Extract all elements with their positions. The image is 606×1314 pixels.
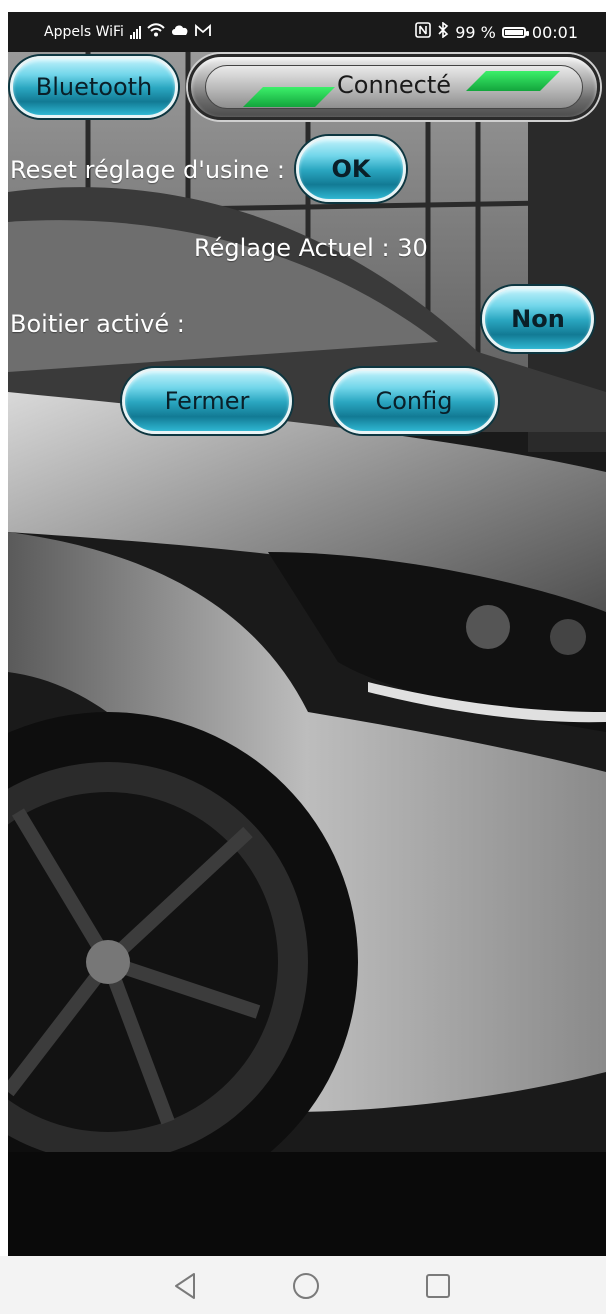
app-screen: Appels WiFi 99 % 00:01 Bluetooth Connect… [8, 12, 606, 1256]
non-button-label: Non [511, 305, 565, 333]
wifi-icon [147, 23, 165, 41]
nfc-icon [415, 22, 432, 42]
carrier-text: Appels WiFi [44, 24, 124, 40]
ok-button[interactable]: OK [296, 136, 406, 202]
cloud-icon [171, 24, 189, 40]
config-button-label: Config [375, 387, 453, 415]
box-active-label: Boitier activé : [10, 310, 185, 338]
close-button[interactable]: Fermer [122, 368, 292, 434]
mail-icon [195, 23, 211, 41]
current-setting-text: Réglage Actuel : 30 [194, 234, 428, 262]
signal-icon [129, 25, 141, 39]
clock-time: 00:01 [531, 22, 578, 42]
connection-status-indicator: Connecté [188, 54, 600, 120]
connection-status-label: Connecté [337, 71, 451, 99]
close-button-label: Fermer [164, 387, 250, 415]
bluetooth-button[interactable]: Bluetooth [10, 56, 178, 118]
battery-icon [501, 26, 529, 38]
non-toggle-button[interactable]: Non [482, 286, 594, 352]
back-icon[interactable] [166, 1266, 206, 1306]
config-button[interactable]: Config [330, 368, 498, 434]
status-bar: Appels WiFi 99 % 00:01 [8, 12, 606, 54]
home-icon[interactable] [286, 1266, 326, 1306]
car-background-image [8, 12, 606, 1256]
ok-button-label: OK [331, 155, 371, 183]
recents-icon[interactable] [418, 1266, 458, 1306]
system-navigation-bar [0, 1256, 606, 1314]
battery-percent: 99 % [455, 22, 496, 42]
bluetooth-button-label: Bluetooth [35, 73, 153, 101]
reset-factory-label: Reset réglage d'usine : [10, 156, 285, 184]
bluetooth-icon [437, 21, 449, 42]
